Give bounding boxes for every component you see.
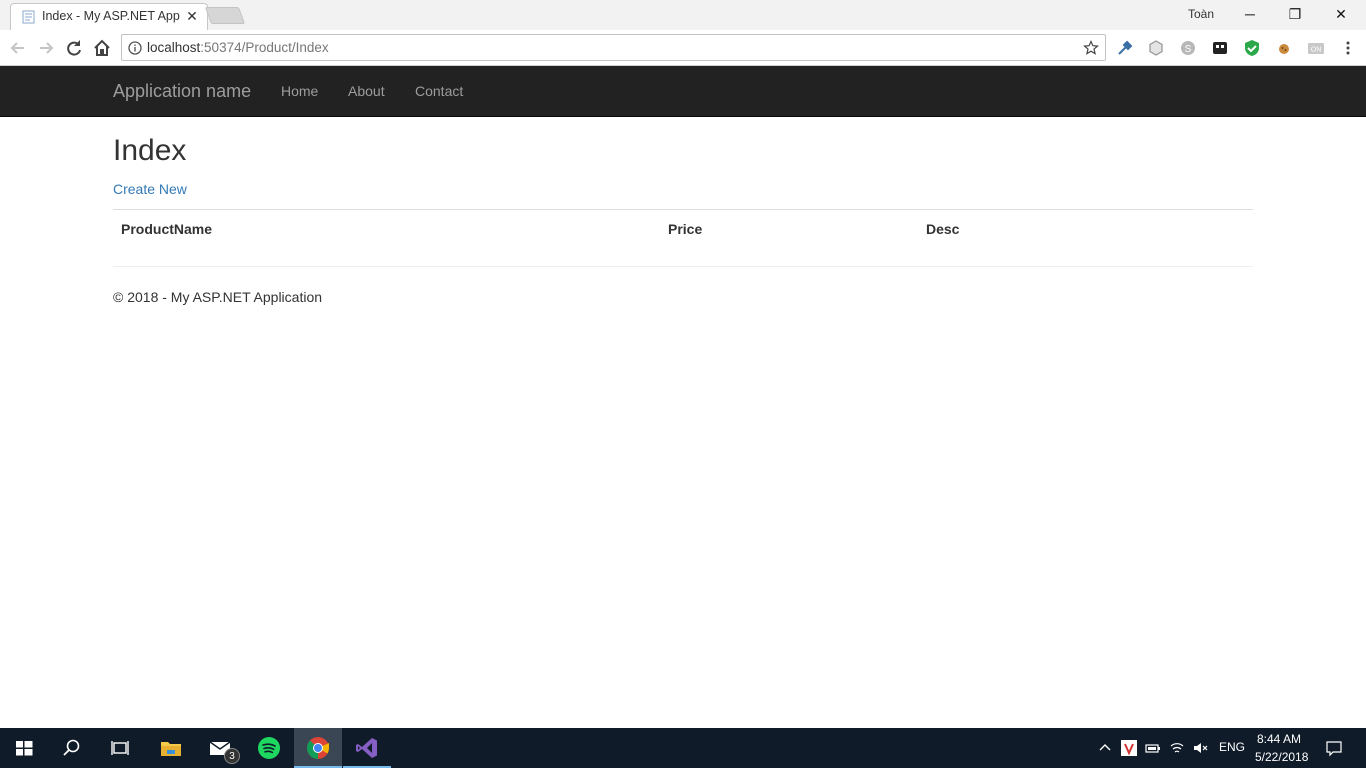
menu-dots-icon[interactable] bbox=[1339, 39, 1357, 57]
svg-text:S: S bbox=[1185, 44, 1192, 55]
search-button[interactable] bbox=[48, 728, 96, 768]
mail-badge: 3 bbox=[224, 748, 240, 764]
battery-icon[interactable] bbox=[1145, 740, 1161, 756]
start-button[interactable] bbox=[0, 728, 48, 768]
on-toggle-extension-icon[interactable]: ON bbox=[1307, 39, 1325, 57]
url-path: :50374/Product/Index bbox=[200, 40, 329, 55]
nav-contact-link[interactable]: Contact bbox=[415, 83, 463, 99]
reload-icon[interactable] bbox=[63, 37, 85, 59]
column-header-price: Price bbox=[668, 221, 703, 237]
column-header-desc: Desc bbox=[926, 221, 960, 237]
browser-tab[interactable]: Index - My ASP.NET Appl ✕ bbox=[10, 3, 208, 30]
bookmark-star-icon[interactable] bbox=[1083, 40, 1099, 56]
eyedropper-extension-icon[interactable] bbox=[1116, 39, 1134, 57]
browser-toolbar: localhost:50374/Product/Index S ON bbox=[0, 30, 1366, 66]
nav-home-link[interactable]: Home bbox=[281, 83, 318, 99]
tab-title: Index - My ASP.NET Appl bbox=[42, 9, 180, 23]
task-view-button[interactable] bbox=[96, 728, 144, 768]
url-host: localhost bbox=[147, 40, 201, 55]
footer-divider bbox=[113, 266, 1253, 267]
restore-button[interactable]: ❐ bbox=[1272, 0, 1318, 28]
tab-manager-extension-icon[interactable] bbox=[1211, 39, 1229, 57]
footer-text: © 2018 - My ASP.NET Application bbox=[113, 289, 323, 305]
nav-about-link[interactable]: About bbox=[348, 83, 385, 99]
language-indicator[interactable]: ENG bbox=[1219, 740, 1245, 754]
wifi-icon[interactable] bbox=[1169, 740, 1185, 756]
spotify-icon bbox=[258, 737, 280, 759]
file-explorer-button[interactable] bbox=[147, 728, 195, 768]
page-title: Index bbox=[113, 134, 187, 167]
vivaldi-tray-icon[interactable] bbox=[1121, 740, 1137, 756]
home-icon[interactable] bbox=[91, 37, 113, 59]
task-view-icon bbox=[111, 741, 129, 755]
svg-text:ON: ON bbox=[1311, 47, 1322, 54]
clock-time[interactable]: 8:44 AM bbox=[1257, 732, 1301, 746]
column-header-productname: ProductName bbox=[121, 221, 213, 237]
show-hidden-icons-icon[interactable] bbox=[1097, 740, 1113, 756]
create-new-link[interactable]: Create New bbox=[113, 181, 187, 197]
url-text[interactable]: localhost:50374/Product/Index bbox=[147, 40, 329, 55]
close-window-button[interactable]: ✕ bbox=[1318, 0, 1364, 28]
action-center-icon[interactable] bbox=[1325, 739, 1343, 757]
search-icon bbox=[63, 739, 80, 756]
minimize-button[interactable]: ─ bbox=[1227, 0, 1273, 28]
skype-extension-icon[interactable]: S bbox=[1179, 39, 1197, 57]
info-icon[interactable] bbox=[128, 41, 142, 55]
tab-close-icon[interactable]: ✕ bbox=[184, 8, 200, 24]
shield-extension-icon[interactable] bbox=[1243, 39, 1261, 57]
forward-icon[interactable] bbox=[35, 37, 57, 59]
chrome-button[interactable] bbox=[294, 728, 342, 768]
volume-muted-icon[interactable] bbox=[1192, 740, 1208, 756]
browser-titlebar: Index - My ASP.NET Appl ✕ Toàn ─ ❐ ✕ bbox=[0, 0, 1366, 30]
folder-icon bbox=[161, 742, 181, 756]
cube-extension-icon[interactable] bbox=[1147, 39, 1165, 57]
spotify-button[interactable] bbox=[245, 728, 293, 768]
profile-name[interactable]: Toàn bbox=[1188, 7, 1214, 21]
new-tab-button[interactable] bbox=[204, 7, 246, 24]
clock-date[interactable]: 5/22/2018 bbox=[1255, 750, 1308, 764]
windows-logo-icon bbox=[16, 741, 33, 756]
product-table-header: ProductName Price Desc bbox=[113, 209, 1253, 247]
page-icon bbox=[22, 10, 35, 24]
chrome-icon bbox=[307, 737, 329, 759]
app-brand-link[interactable]: Application name bbox=[113, 81, 251, 102]
back-icon[interactable] bbox=[7, 37, 29, 59]
app-navbar: Application name Home About Contact bbox=[0, 66, 1366, 117]
cookie-extension-icon[interactable] bbox=[1275, 39, 1293, 57]
visual-studio-icon bbox=[356, 738, 377, 758]
visual-studio-button[interactable] bbox=[343, 728, 391, 768]
address-bar[interactable]: localhost:50374/Product/Index bbox=[121, 34, 1106, 61]
windows-taskbar: ENG bbox=[0, 728, 1366, 768]
